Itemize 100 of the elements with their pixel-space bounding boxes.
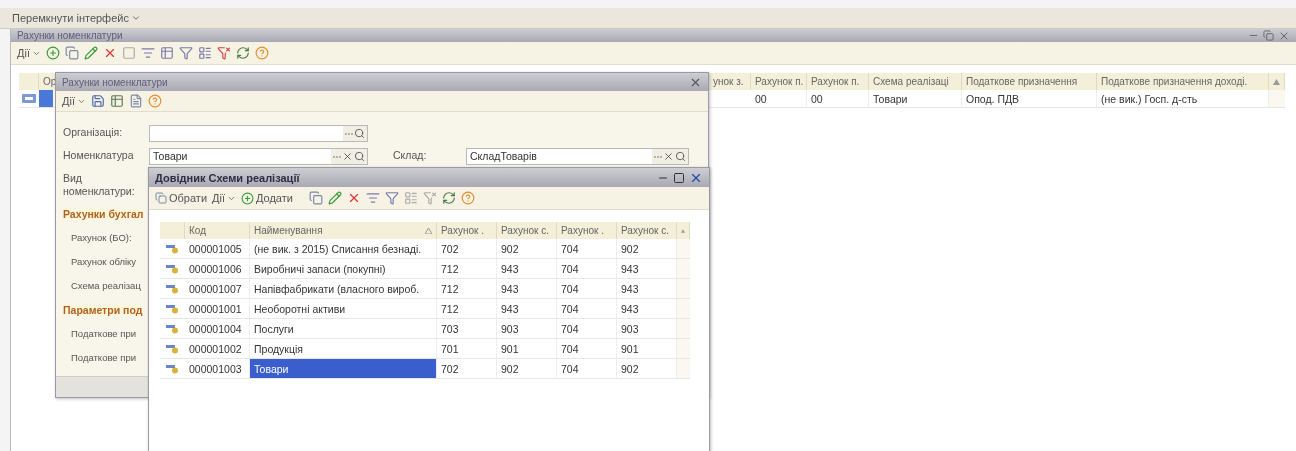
clear-filter-icon[interactable]: [216, 46, 231, 60]
warehouse-field[interactable]: СкладТоварів: [466, 147, 689, 165]
column-header[interactable]: Рахунок с.: [497, 222, 557, 239]
item-icon: [166, 263, 179, 274]
clear-icon[interactable]: [342, 150, 353, 162]
table-cell[interactable]: Напівфабрикати (власного вироб.: [250, 279, 437, 299]
table-cell: 704: [557, 339, 617, 359]
table-cell[interactable]: Послуги: [250, 319, 437, 339]
table-cell: 702: [437, 359, 497, 379]
table-cell: 704: [557, 319, 617, 339]
table-icon[interactable]: [109, 94, 124, 108]
field-label: Схема реалізац: [70, 280, 142, 292]
column-header[interactable]: Рахунок .: [437, 222, 497, 239]
section-title: Рахунки бухгал: [63, 208, 144, 220]
list-icon[interactable]: [197, 46, 212, 60]
actions-menu[interactable]: Дії: [17, 47, 41, 59]
field-label: Податкове при: [70, 328, 137, 340]
clear-icon[interactable]: [663, 150, 674, 162]
actions-menu[interactable]: Дії: [62, 95, 86, 107]
organization-field[interactable]: [149, 124, 368, 142]
restore-icon[interactable]: [1263, 30, 1274, 41]
field-value: СкладТоварів: [470, 150, 537, 162]
refresh-icon[interactable]: [235, 46, 250, 60]
help-icon[interactable]: [147, 94, 162, 108]
field-label: Вид номенклатури:: [63, 171, 136, 199]
table-cell: 901: [617, 339, 677, 359]
table-cell: 702: [437, 239, 497, 259]
column-header[interactable]: Рахунок .: [557, 222, 617, 239]
table-cell: Опод. ПДВ: [962, 90, 1097, 108]
table-cell: 704: [557, 239, 617, 259]
filter-icon[interactable]: [384, 191, 399, 205]
add-button[interactable]: Додати: [241, 191, 293, 205]
field-value: Товари: [153, 150, 188, 162]
document-icon[interactable]: [128, 94, 143, 108]
item-icon: [166, 363, 179, 374]
clear-filter-icon[interactable]: [422, 191, 437, 205]
search-icon[interactable]: [675, 150, 686, 162]
column-header[interactable]: унок з.: [709, 73, 751, 90]
column-header[interactable]: Податкове призначення: [962, 73, 1097, 90]
copy-icon[interactable]: [308, 191, 323, 205]
table-cell: 901: [497, 339, 557, 359]
scroll-up-icon: [681, 227, 685, 234]
table-cell: 943: [617, 299, 677, 319]
add-icon[interactable]: [45, 46, 60, 60]
table-cell: Товари: [869, 90, 962, 108]
table-cell[interactable]: Продукція: [250, 339, 437, 359]
table-cell[interactable]: Виробничі запаси (покупні): [250, 259, 437, 279]
column-header[interactable]: Код: [185, 222, 250, 239]
table-cell[interactable]: Необоротні активи: [250, 299, 437, 319]
search-icon[interactable]: [354, 127, 365, 139]
filter-list-icon[interactable]: [365, 191, 380, 205]
column-header[interactable]: Найменування: [250, 222, 437, 239]
pencil-icon[interactable]: [327, 191, 342, 205]
scroll-up-icon: [1273, 78, 1280, 85]
filter-icon[interactable]: [178, 46, 193, 60]
field-label: Рахунок обліку: [70, 256, 138, 268]
table-cell: 00: [807, 90, 869, 108]
maximize-icon[interactable]: [673, 171, 685, 184]
column-header[interactable]: Рахунок п.: [751, 73, 807, 90]
column-header[interactable]: Рахунок п.: [807, 73, 869, 90]
copy-icon[interactable]: [64, 46, 79, 60]
table-icon[interactable]: [159, 46, 174, 60]
table-cell: 704: [557, 359, 617, 379]
filter-list-icon[interactable]: [140, 46, 155, 60]
item-icon: [166, 283, 179, 294]
table-cell[interactable]: Товари: [250, 359, 437, 379]
nomenclature-field[interactable]: Товари: [149, 147, 368, 165]
table-cell: 704: [557, 299, 617, 319]
pencil-icon[interactable]: [83, 46, 98, 60]
scroll-up-button[interactable]: [1269, 73, 1285, 90]
table-cell: 00: [751, 90, 807, 108]
select-button[interactable]: Обрати: [155, 192, 208, 204]
column-header[interactable]: Схема реалізаці: [869, 73, 962, 90]
search-icon[interactable]: [354, 150, 365, 162]
scroll-up-button[interactable]: [677, 222, 690, 239]
field-label: Рахунок (БО):: [70, 232, 133, 244]
table-cell: 000001001: [185, 299, 250, 319]
table-cell: 902: [617, 359, 677, 379]
field-label: Номенклатура: [63, 149, 135, 163]
select-icon: [155, 192, 167, 204]
refresh-icon[interactable]: [441, 191, 456, 205]
column-header[interactable]: Податкове призначення доході.: [1097, 73, 1269, 90]
help-icon[interactable]: [254, 46, 269, 60]
table-cell[interactable]: (не вик. з 2015) Списання безнаді.: [250, 239, 437, 259]
add-icon: [241, 191, 254, 205]
column-header: [160, 222, 185, 239]
square-icon[interactable]: [121, 46, 136, 60]
help-icon[interactable]: [460, 191, 475, 205]
table-cell: 943: [497, 299, 557, 319]
list-icon[interactable]: [403, 191, 418, 205]
table-cell: 902: [497, 239, 557, 259]
table-cell: 712: [437, 299, 497, 319]
switch-interface-menu[interactable]: Перемкнути інтерфейс: [12, 12, 141, 24]
save-icon[interactable]: [90, 94, 105, 108]
window-title: Рахунки номенклатури: [62, 76, 168, 88]
table-cell: 000001006: [185, 259, 250, 279]
actions-menu[interactable]: Дії: [212, 192, 236, 204]
column-header[interactable]: Рахунок с.: [617, 222, 677, 239]
selected-cell[interactable]: [39, 90, 53, 107]
table-cell: 701: [437, 339, 497, 359]
